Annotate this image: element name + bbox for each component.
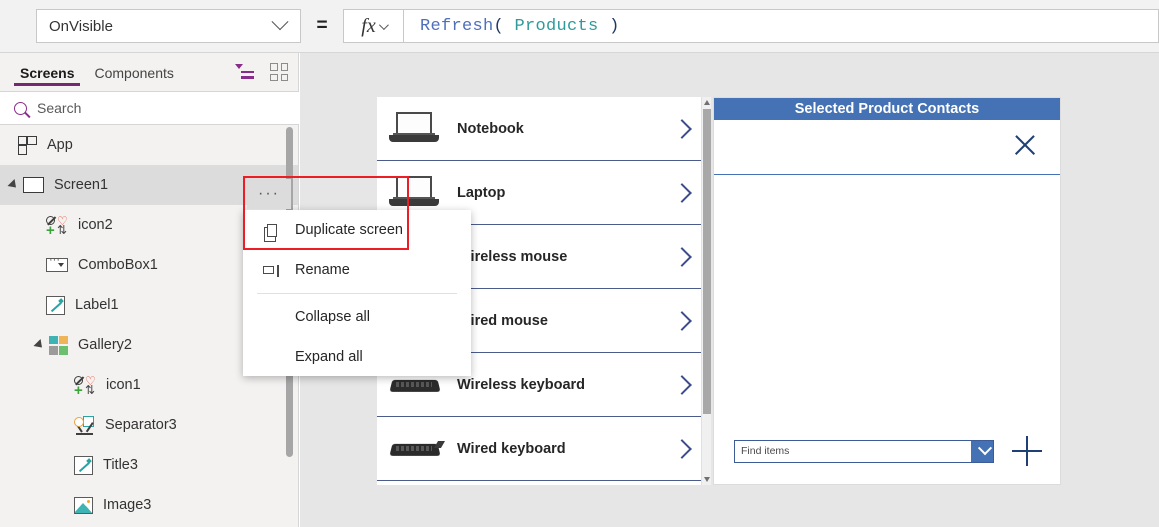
gallery-row[interactable]: Wired keyboard — [377, 417, 711, 481]
gallery-scrollbar-thumb[interactable] — [703, 109, 711, 414]
tree-item-label: Label1 — [75, 297, 119, 313]
keyboard-image — [387, 427, 446, 471]
tree-item-label: App — [47, 137, 73, 153]
chevron-down-icon — [271, 13, 289, 31]
context-menu-item-rename[interactable]: Rename — [243, 250, 471, 290]
scroll-up-arrow-icon[interactable] — [704, 100, 710, 105]
control-icon: ♡ + ⇅ — [46, 213, 68, 239]
gallery-item-title: Notebook — [457, 120, 524, 137]
tree-item-label: icon2 — [78, 217, 113, 233]
gallery-scrollbar[interactable] — [701, 97, 711, 485]
gallery-icon — [49, 335, 68, 355]
context-menu-item-expand-all[interactable]: Expand all — [243, 337, 471, 377]
gallery-item-title: Wireless keyboard — [457, 376, 586, 393]
equals-sign: = — [316, 15, 328, 36]
tree-item-label: Gallery2 — [78, 337, 132, 353]
formula-bar: OnVisible = fx Refresh( Products ) — [0, 0, 1159, 53]
tree-item-label: ComboBox1 — [78, 257, 158, 273]
tree-view-icon[interactable] — [235, 64, 254, 80]
formula-token-table: Products — [514, 16, 599, 36]
control-icon: ♡ + ⇅ — [74, 373, 96, 399]
search-input[interactable]: Search — [0, 91, 299, 125]
close-icon[interactable] — [1012, 132, 1038, 158]
context-menu-item-label: Expand all — [295, 349, 363, 365]
search-placeholder: Search — [37, 100, 82, 116]
tree-tab-bar: Screens Components — [0, 53, 298, 91]
separator-icon — [74, 416, 95, 435]
context-menu-item-collapse-all[interactable]: Collapse all — [243, 297, 471, 337]
fx-icon: fx — [361, 14, 376, 37]
rename-icon — [263, 261, 281, 279]
scroll-down-arrow-icon[interactable] — [704, 477, 710, 482]
tree-item-image3[interactable]: Image3 — [0, 485, 298, 525]
plus-icon[interactable] — [1012, 436, 1042, 466]
selected-product-contacts-panel: Selected Product Contacts Find items — [713, 97, 1061, 485]
chevron-expanded-icon[interactable] — [33, 338, 46, 352]
screen-icon — [23, 177, 44, 193]
chevron-down-icon[interactable] — [971, 440, 993, 462]
formula-input[interactable]: Refresh( Products ) — [403, 9, 1159, 43]
duplicate-icon — [263, 221, 281, 242]
laptop-image — [387, 171, 443, 215]
property-dropdown-value: OnVisible — [49, 17, 113, 35]
search-icon — [14, 101, 27, 115]
formula-token-open-paren: ( — [493, 16, 505, 36]
tree-item-label: Image3 — [103, 497, 152, 513]
gallery-item-title: Wireless mouse — [457, 248, 568, 265]
image-icon — [74, 496, 93, 514]
formula-token-close-paren: ) — [609, 16, 620, 36]
tree-item-label: Separator3 — [105, 417, 177, 433]
context-menu-divider — [257, 293, 457, 294]
tree-item-app[interactable]: App — [0, 125, 298, 165]
chevron-right-icon[interactable] — [672, 118, 692, 139]
gallery-item-title: Wired keyboard — [457, 440, 566, 457]
formula-token-function: Refresh — [420, 16, 494, 36]
chevron-right-icon[interactable] — [672, 182, 692, 203]
panel-body — [714, 175, 1060, 420]
label-icon — [46, 295, 65, 315]
chevron-down-icon — [378, 19, 389, 30]
screen-context-menu: Duplicate screen Rename Collapse all Exp… — [243, 210, 471, 376]
tree-item-title3[interactable]: Title3 — [0, 445, 298, 485]
screen-overflow-menu-button[interactable]: ··· — [247, 179, 291, 209]
fx-dropdown-button[interactable]: fx — [343, 9, 403, 43]
gallery-item-title: Laptop — [457, 184, 506, 201]
chevron-right-icon[interactable] — [672, 438, 692, 459]
property-dropdown[interactable]: OnVisible — [36, 9, 301, 43]
app-icon — [18, 135, 37, 155]
panel-footer: Find items — [714, 420, 1060, 482]
gallery-item-title: Wired mouse — [457, 312, 548, 329]
context-menu-item-label: Duplicate screen — [295, 222, 403, 238]
chevron-expanded-icon[interactable] — [7, 178, 20, 192]
tab-components[interactable]: Components — [84, 53, 183, 91]
panel-close-row — [714, 120, 1060, 175]
chevron-right-icon[interactable] — [672, 374, 692, 395]
tab-screens[interactable]: Screens — [10, 53, 84, 91]
tree-item-label: icon1 — [106, 377, 141, 393]
context-menu-item-label: Collapse all — [295, 309, 370, 325]
combobox-icon — [46, 254, 68, 272]
label-icon — [74, 455, 93, 475]
find-items-placeholder: Find items — [741, 445, 790, 457]
find-items-combobox[interactable]: Find items — [734, 439, 994, 463]
chevron-right-icon[interactable] — [672, 246, 692, 267]
tree-item-separator3[interactable]: Separator3 — [0, 405, 298, 445]
tree-item-label: Screen1 — [54, 177, 109, 193]
context-menu-item-label: Rename — [295, 262, 350, 278]
laptop-image — [387, 107, 443, 151]
chevron-right-icon[interactable] — [672, 310, 692, 331]
thumbnail-view-icon[interactable] — [270, 63, 288, 81]
gallery-row[interactable]: Notebook — [377, 97, 711, 161]
panel-title: Selected Product Contacts — [714, 98, 1060, 120]
tree-item-label: Title3 — [103, 457, 138, 473]
view-toggle-group — [235, 63, 288, 81]
context-menu-item-duplicate-screen[interactable]: Duplicate screen — [243, 210, 471, 250]
